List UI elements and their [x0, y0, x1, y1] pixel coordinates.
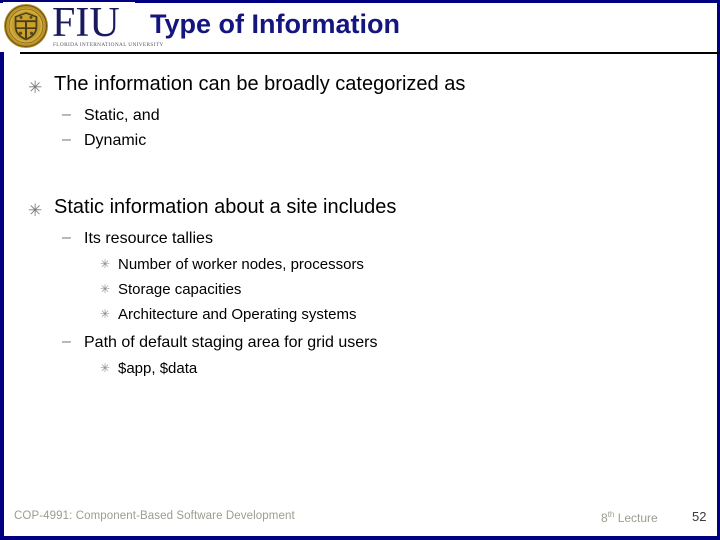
asterisk-bullet-icon: ✳: [100, 257, 111, 271]
footer-lecture-word: Lecture: [617, 511, 658, 525]
bullet-level2: – Its resource tallies: [62, 228, 720, 250]
bullet-level2: – Path of default staging area for grid …: [62, 332, 720, 354]
bullet-level3: ✳ Architecture and Operating systems: [100, 305, 720, 325]
fiu-logo: FIU FLORIDA INTERNATIONAL UNIVERSITY: [3, 0, 163, 50]
dash-bullet-icon: –: [62, 106, 71, 123]
bullet-text: Architecture and Operating systems: [118, 306, 357, 323]
bullet-text: Static information about a site includes: [54, 196, 397, 218]
slide: FIU FLORIDA INTERNATIONAL UNIVERSITY Typ…: [0, 0, 720, 540]
bullet-level2: – Static, and: [62, 105, 720, 127]
bullet-text: Dynamic: [84, 132, 147, 149]
bullet-text: Path of default staging area for grid us…: [84, 334, 378, 351]
asterisk-bullet-icon: ✳: [100, 361, 111, 375]
bullet-text: Storage capacities: [118, 281, 242, 298]
dash-bullet-icon: –: [62, 333, 71, 350]
fiu-seal-icon: [3, 3, 49, 49]
dash-bullet-icon: –: [62, 229, 71, 246]
bullet-text: Static, and: [84, 107, 160, 124]
slide-border-bottom: [0, 536, 720, 540]
bullet-text: Number of worker nodes, processors: [118, 256, 364, 273]
fiu-letters: FIU: [52, 0, 120, 46]
asterisk-bullet-icon: ✳: [28, 201, 43, 220]
footer-course-title: COP-4991: Component-Based Software Devel…: [14, 510, 295, 522]
fiu-wordmark: FIU FLORIDA INTERNATIONAL UNIVERSITY: [52, 0, 163, 49]
asterisk-bullet-icon: ✳: [100, 307, 111, 321]
asterisk-bullet-icon: ✳: [100, 282, 111, 296]
slide-body: ✳ The information can be broadly categor…: [0, 53, 720, 500]
slide-title: Type of Information: [150, 9, 400, 39]
bullet-level3: ✳ $app, $data: [100, 359, 720, 379]
slide-footer: COP-4991: Component-Based Software Devel…: [0, 502, 720, 536]
bullet-level3: ✳ Storage capacities: [100, 280, 720, 300]
footer-lecture-label: 8th Lecture: [601, 510, 658, 525]
bullet-level3: ✳ Number of worker nodes, processors: [100, 255, 720, 275]
bullet-level2: – Dynamic: [62, 130, 720, 152]
bullet-level1: ✳ The information can be broadly categor…: [28, 71, 720, 98]
footer-lecture-ordinal: th: [607, 510, 615, 519]
footer-lecture-number: 8: [601, 511, 608, 525]
footer-page-number: 52: [692, 509, 707, 524]
bullet-text: Its resource tallies: [84, 230, 213, 247]
slide-header: FIU FLORIDA INTERNATIONAL UNIVERSITY Typ…: [0, 0, 720, 54]
bullet-text: $app, $data: [118, 360, 198, 377]
asterisk-bullet-icon: ✳: [28, 78, 43, 97]
bullet-level1: ✳ Static information about a site includ…: [28, 194, 720, 221]
dash-bullet-icon: –: [62, 131, 71, 148]
fiu-university-name: FLORIDA INTERNATIONAL UNIVERSITY: [53, 42, 164, 48]
bullet-text: The information can be broadly categoriz…: [54, 73, 466, 95]
